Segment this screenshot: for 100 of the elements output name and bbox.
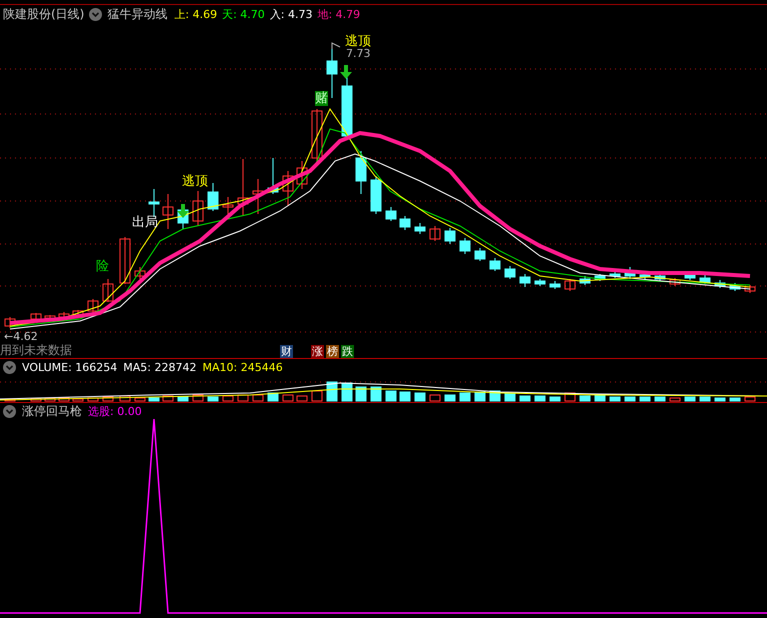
candlestick bbox=[730, 282, 740, 292]
volume-bar bbox=[72, 398, 84, 402]
indicator-reading: MA5: 228742 bbox=[123, 361, 196, 374]
volume-bar bbox=[624, 396, 636, 402]
volume-bar bbox=[730, 398, 740, 402]
volume-bar bbox=[296, 396, 308, 402]
volume-bar bbox=[178, 396, 188, 402]
badge-tag[interactable]: 榜 bbox=[326, 345, 339, 358]
indicator-reading: 地: 4.79 bbox=[317, 6, 360, 22]
candlestick bbox=[44, 314, 56, 320]
volume-bar bbox=[610, 396, 620, 402]
candlestick bbox=[430, 226, 440, 242]
indicator-reading: 天: 4.70 bbox=[222, 6, 265, 22]
candlestick bbox=[460, 238, 470, 254]
candlestick bbox=[356, 150, 366, 194]
volume-bar bbox=[44, 398, 56, 402]
volume-bar bbox=[148, 398, 160, 402]
candlestick bbox=[534, 278, 546, 286]
candlestick bbox=[296, 160, 308, 190]
volume-bar bbox=[326, 382, 338, 402]
signal-label: 逃顶 bbox=[345, 34, 371, 49]
signal-label: 出局 bbox=[132, 215, 158, 230]
indicator-reading: MA10: 245446 bbox=[202, 361, 283, 374]
candlestick bbox=[654, 272, 666, 282]
candlestick bbox=[700, 274, 710, 284]
arrow-down-icon bbox=[340, 65, 352, 79]
volume-bar bbox=[386, 390, 396, 402]
candlestick bbox=[58, 312, 70, 318]
volume-bar bbox=[102, 396, 114, 402]
candlestick bbox=[400, 216, 410, 230]
candlestick bbox=[414, 222, 426, 234]
candlestick bbox=[120, 236, 130, 284]
candlestick bbox=[490, 258, 500, 272]
badge-tag[interactable]: 涨 bbox=[311, 345, 324, 358]
chevron-down-icon[interactable] bbox=[3, 405, 16, 418]
candlestick bbox=[88, 298, 98, 314]
candlestick bbox=[208, 182, 218, 212]
volume-bar bbox=[700, 396, 710, 402]
volume-bar bbox=[342, 382, 352, 402]
volume-bar bbox=[684, 396, 696, 402]
candlestick bbox=[386, 206, 396, 222]
volume-bar bbox=[192, 394, 204, 402]
volume-bar bbox=[252, 394, 264, 402]
candlestick bbox=[504, 266, 516, 280]
signal-label: 险 bbox=[96, 259, 109, 274]
candlestick bbox=[444, 228, 456, 244]
volume-bar bbox=[222, 396, 234, 402]
volume-bar bbox=[444, 394, 456, 402]
chevron-down-icon[interactable] bbox=[89, 8, 102, 20]
leader-line bbox=[332, 42, 340, 50]
candlestick bbox=[268, 158, 278, 194]
indicator-name: 涨停回马枪 bbox=[22, 403, 82, 420]
volume-bar bbox=[640, 396, 650, 402]
candlestick bbox=[594, 274, 606, 282]
candlestick bbox=[474, 248, 486, 262]
volume-bar bbox=[430, 394, 440, 402]
badge-tag[interactable]: 跌 bbox=[341, 345, 354, 358]
candlestick bbox=[312, 108, 322, 162]
badge-tag[interactable]: 财 bbox=[280, 345, 293, 358]
volume-bar bbox=[504, 394, 516, 402]
volume-bar bbox=[520, 396, 530, 402]
volume-bar bbox=[580, 396, 590, 402]
volume-bar bbox=[282, 394, 294, 402]
candlestick bbox=[564, 278, 576, 292]
volume-bar bbox=[670, 398, 680, 402]
volume-bar bbox=[162, 396, 174, 402]
chevron-down-icon[interactable] bbox=[3, 361, 16, 374]
volume-bar bbox=[460, 392, 470, 402]
volume-bar bbox=[268, 392, 278, 402]
volume-bar bbox=[58, 398, 70, 402]
notice-text: 用到未来数据 bbox=[0, 343, 72, 357]
signal-label: 逃顶 bbox=[182, 174, 208, 189]
candlestick bbox=[30, 312, 42, 322]
candlestick bbox=[252, 178, 264, 214]
candlestick bbox=[520, 274, 530, 288]
volume-bar bbox=[474, 392, 486, 402]
candlestick bbox=[102, 278, 114, 302]
volume-bar bbox=[550, 396, 560, 402]
indicator-name: 猛牛异动线 bbox=[107, 6, 168, 22]
volume-bar bbox=[714, 398, 726, 402]
price-marker: ←4.62 bbox=[4, 330, 38, 343]
candlestick bbox=[370, 176, 382, 214]
candlestick bbox=[580, 276, 590, 286]
candlestick bbox=[326, 48, 338, 98]
candlestick bbox=[624, 266, 636, 280]
candlestick bbox=[192, 190, 204, 226]
candlestick bbox=[72, 310, 84, 318]
volume-bar bbox=[208, 396, 218, 402]
volume-bar bbox=[312, 390, 322, 402]
candlestick bbox=[4, 316, 16, 328]
volume-bar bbox=[564, 392, 576, 402]
volume-bar bbox=[400, 392, 410, 402]
candlestick bbox=[134, 266, 146, 280]
volume-bar bbox=[238, 394, 248, 402]
indicator-reading: 上: 4.69 bbox=[174, 6, 218, 22]
volume-bar bbox=[370, 386, 382, 402]
volume-bar bbox=[654, 396, 666, 402]
indicator-reading: VOLUME: 166254 bbox=[22, 361, 118, 374]
indicator-reading: 选股: 0.00 bbox=[88, 404, 142, 419]
candlestick bbox=[744, 284, 756, 294]
